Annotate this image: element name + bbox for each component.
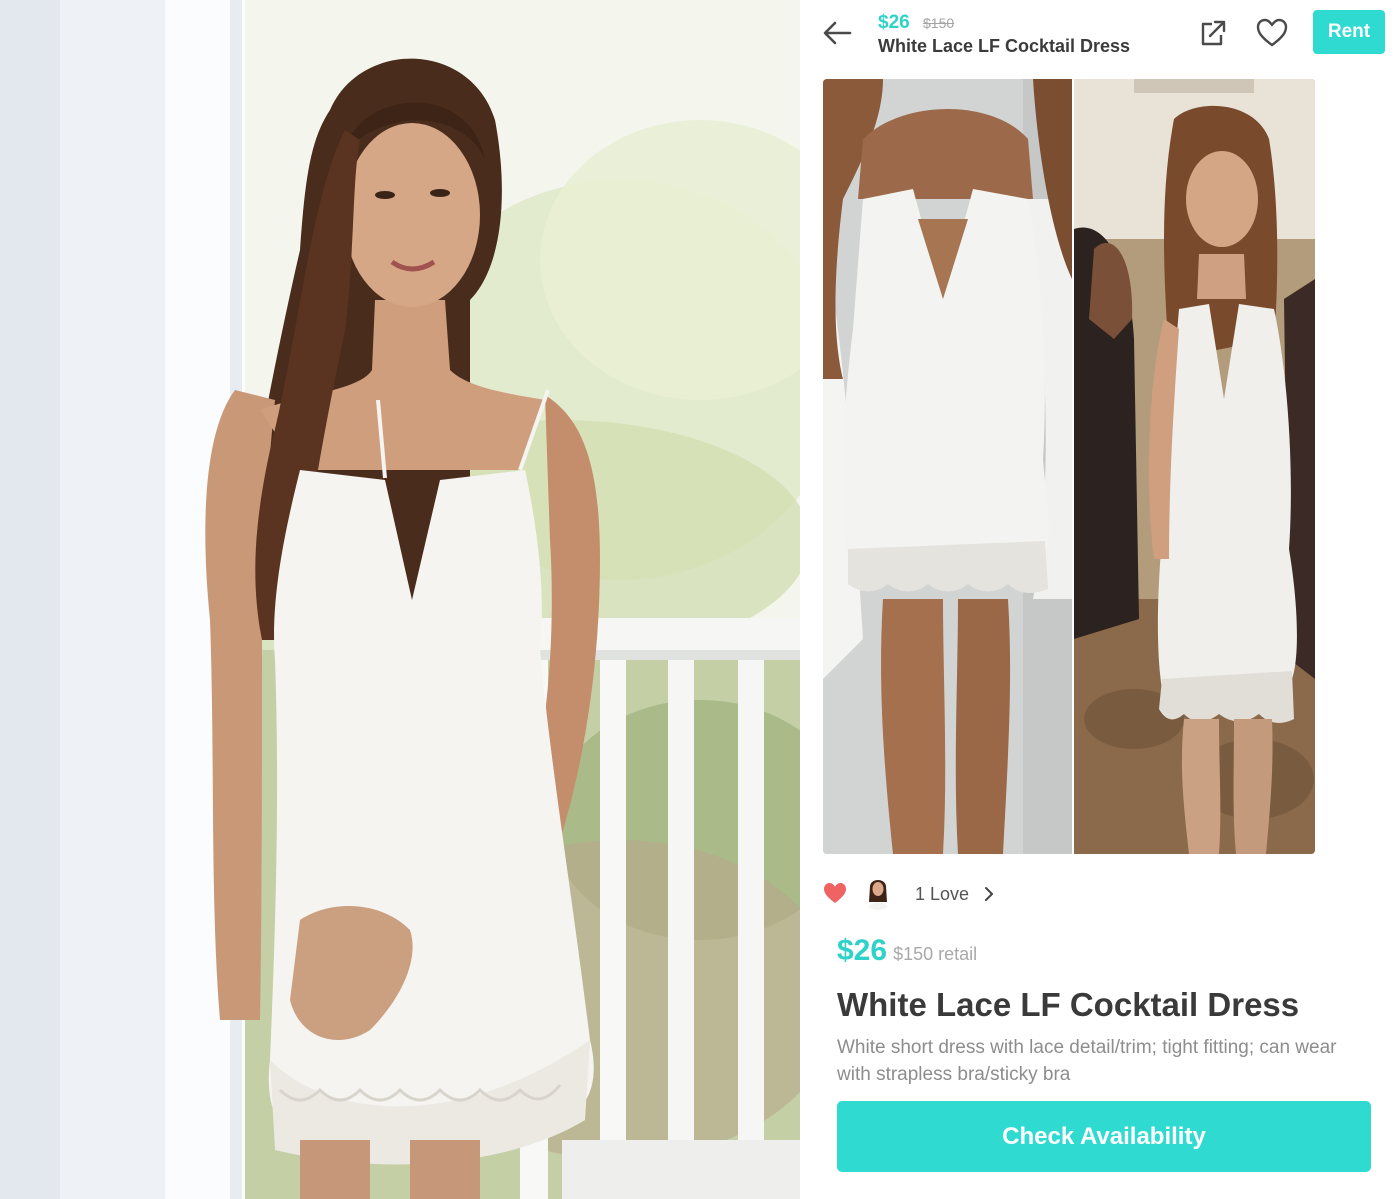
product-title: White Lace LF Cocktail Dress	[837, 986, 1300, 1023]
loves-row[interactable]: 1 Love	[823, 874, 1123, 914]
check-availability-button[interactable]: Check Availability	[837, 1101, 1371, 1172]
product-detail-screen: $26 $150 White Lace LF Cocktail Dress Re…	[800, 0, 1400, 1199]
dress-worn-event-photo[interactable]	[1074, 79, 1315, 854]
heart-filled-icon	[824, 883, 846, 903]
top-bar: $26 $150 White Lace LF Cocktail Dress Re…	[800, 0, 1400, 70]
header-price: $26	[878, 12, 910, 33]
header-retail-price: $150	[923, 15, 955, 31]
product-description: White short dress with lace detail/trim;…	[837, 1037, 1337, 1085]
chevron-right-icon	[985, 887, 993, 901]
retail-price: $150 retail	[893, 944, 978, 964]
avatar	[861, 876, 895, 910]
price-line: $26 $150 retail	[837, 934, 977, 968]
rental-price: $26	[837, 934, 888, 967]
heart-outline-icon[interactable]	[1255, 16, 1289, 50]
loves-count: 1 Love	[915, 884, 970, 904]
rent-button[interactable]: Rent	[1313, 10, 1385, 54]
photo-gallery	[823, 79, 1315, 854]
hero-photo-illustration	[0, 0, 800, 1199]
hero-model-photo	[0, 0, 800, 1199]
back-arrow-icon[interactable]	[818, 14, 856, 52]
dress-front-illustration	[823, 79, 1072, 854]
dress-front-view-photo[interactable]	[823, 79, 1072, 854]
dress-worn-illustration	[1074, 79, 1315, 854]
share-external-icon[interactable]	[1195, 16, 1229, 50]
header-title: White Lace LF Cocktail Dress	[878, 36, 1131, 56]
